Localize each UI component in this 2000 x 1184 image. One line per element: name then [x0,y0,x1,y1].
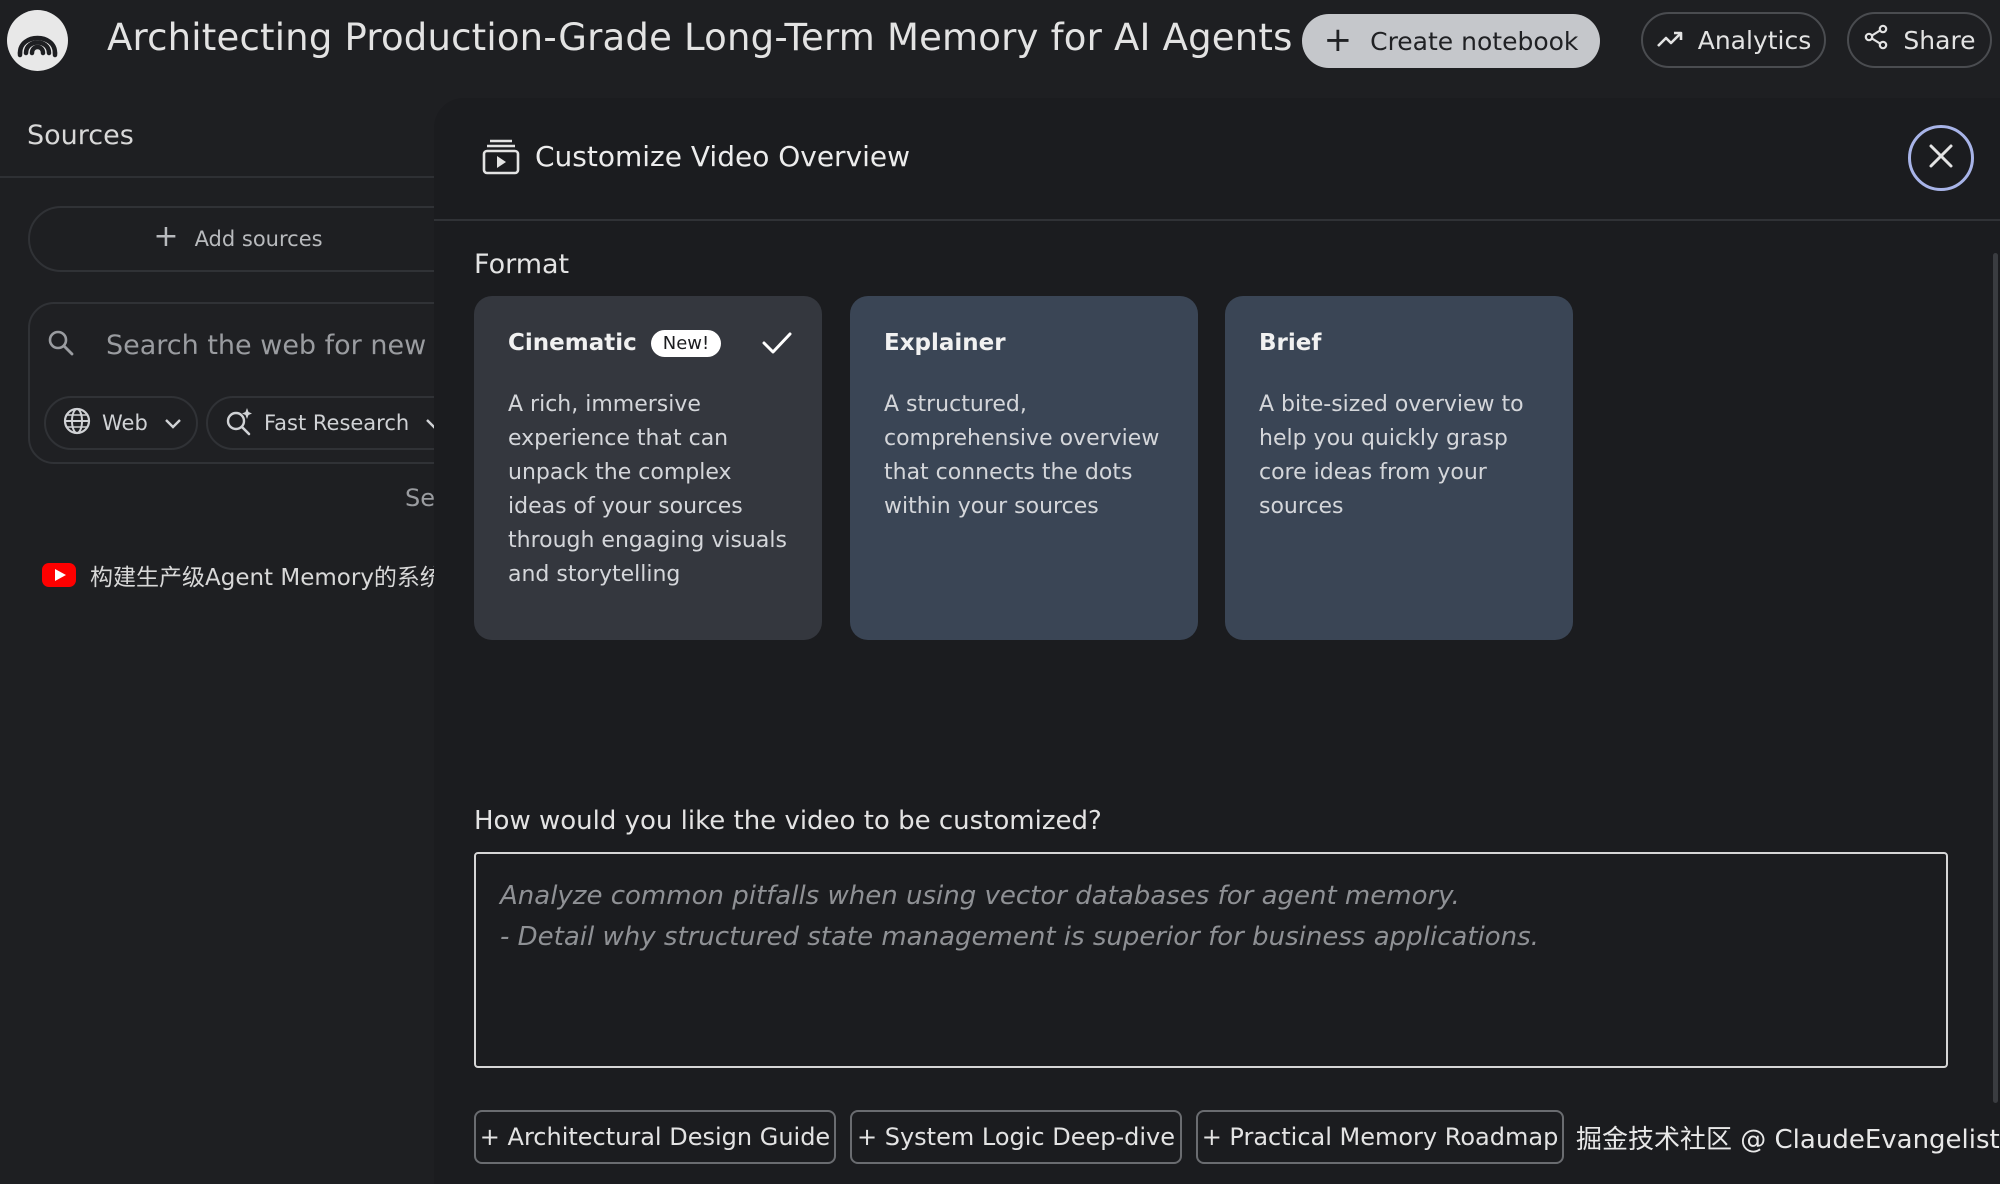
web-search-input[interactable]: Search the web for new so [106,330,460,361]
share-icon [1863,24,1889,56]
source-title: 构建生产级Agent Memory的系统 [90,565,443,591]
notebooklm-logo-icon[interactable] [7,10,68,71]
suggestion-chip-memory-roadmap[interactable]: + Practical Memory Roadmap [1196,1110,1564,1164]
dialog-title: Customize Video Overview [535,140,911,173]
youtube-icon [42,563,76,587]
suggestion-chip-architectural-design[interactable]: + Architectural Design Guide [474,1110,836,1164]
format-name: Cinematic [508,330,637,356]
format-description: A bite-sized overview to help you quickl… [1259,392,1524,519]
add-sources-label: Add sources [194,227,323,251]
format-section-label: Format [474,249,570,280]
format-card-cinematic[interactable]: Cinematic New! A rich, immersive experie… [474,296,822,640]
video-overview-icon [482,138,520,180]
source-list-item[interactable]: 构建生产级Agent Memory的系统 [42,558,443,592]
web-source-dropdown[interactable]: Web [44,396,198,450]
customization-prompt-label: How would you like the video to be custo… [474,806,1102,836]
research-chip-label: Fast Research [264,411,410,435]
format-description: A rich, immersive experience that can un… [508,392,787,587]
watermark-text: 掘金技术社区 @ ClaudeEvangelist [1576,1125,2000,1155]
chevron-down-icon [164,411,182,435]
format-description: A structured, comprehensive overview tha… [884,392,1160,519]
sources-divider [0,176,460,178]
top-bar: Architecting Production-Grade Long-Term … [0,0,2000,82]
create-notebook-button[interactable]: + Create notebook [1302,14,1600,68]
close-button[interactable] [1908,125,1974,191]
plus-icon: + [153,219,179,254]
sources-panel: Sources + Add sources Search the web for… [0,98,460,1184]
checkmark-icon [761,330,793,360]
suggestion-chip-system-logic[interactable]: + System Logic Deep-dive [850,1110,1182,1164]
format-card-brief[interactable]: Brief A bite-sized overview to help you … [1225,296,1573,640]
add-sources-button[interactable]: + Add sources [28,206,460,272]
dialog-scrollbar[interactable] [1993,253,1998,1103]
close-icon [1928,143,1954,173]
plus-icon: + [1323,19,1353,60]
placeholder-line: Analyze common pitfalls when using vecto… [500,881,1460,911]
analytics-label: Analytics [1697,25,1812,55]
notebook-title[interactable]: Architecting Production-Grade Long-Term … [107,16,1293,59]
dialog-divider [434,219,2000,221]
search-icon [46,328,76,362]
customize-video-dialog: Customize Video Overview Format Cinemati… [434,98,2000,1184]
share-label: Share [1903,25,1976,55]
select-all-label[interactable]: Se [405,484,435,512]
placeholder-line: - Detail why structured state management… [500,922,1539,952]
trending-up-icon [1656,26,1684,55]
format-name: Brief [1259,330,1322,356]
create-notebook-label: Create notebook [1370,26,1579,56]
analytics-button[interactable]: Analytics [1641,12,1826,68]
sources-panel-title: Sources [27,120,134,151]
format-name: Explainer [884,330,1006,356]
customization-textarea[interactable]: Analyze common pitfalls when using vecto… [474,852,1948,1068]
web-search-box: Search the web for new so Web Fast Resea… [28,302,460,464]
format-card-explainer[interactable]: Explainer A structured, comprehensive ov… [850,296,1198,640]
share-button[interactable]: Share [1847,12,1992,68]
research-sparkle-icon [224,406,254,441]
new-badge: New! [650,329,722,357]
web-chip-label: Web [102,411,148,435]
globe-icon [62,406,92,441]
research-mode-dropdown[interactable]: Fast Research [206,396,460,450]
